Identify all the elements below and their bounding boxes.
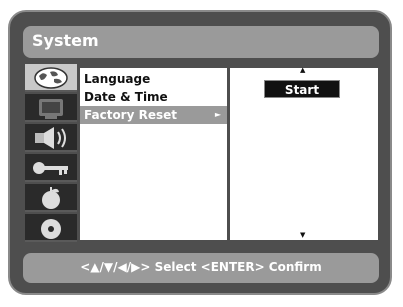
scroll-down-icon[interactable]: ▼ [300, 231, 305, 239]
menu-item-label: Language [84, 72, 151, 86]
menu-item-language[interactable]: Language [80, 70, 227, 88]
tab-audio[interactable] [25, 124, 77, 152]
scroll-up-icon[interactable]: ▲ [300, 66, 305, 74]
title-bar: System [23, 26, 379, 58]
start-button[interactable]: Start [264, 80, 340, 98]
menu-item-date-time[interactable]: Date & Time [80, 88, 227, 106]
option-panel: ▲ Start ▼ [230, 66, 378, 240]
submenu-arrow-icon: ► [214, 110, 221, 119]
category-sidebar [25, 64, 77, 244]
page-title: System [32, 31, 99, 50]
tab-system[interactable] [25, 64, 77, 92]
navigation-hint: <▲/▼/◀/▶> Select <ENTER> Confirm [80, 260, 322, 274]
tab-lock[interactable] [25, 154, 77, 182]
tab-extras[interactable] [25, 184, 77, 212]
menu-item-label: Date & Time [84, 90, 168, 104]
menu-item-factory-reset[interactable]: Factory Reset ► [80, 106, 227, 124]
settings-menu: Language Date & Time Factory Reset ► [80, 68, 227, 240]
menu-item-label: Factory Reset [84, 108, 177, 122]
hint-bar: <▲/▼/◀/▶> Select <ENTER> Confirm [23, 253, 379, 283]
tab-video[interactable] [25, 94, 77, 122]
tab-disc[interactable] [25, 214, 77, 242]
